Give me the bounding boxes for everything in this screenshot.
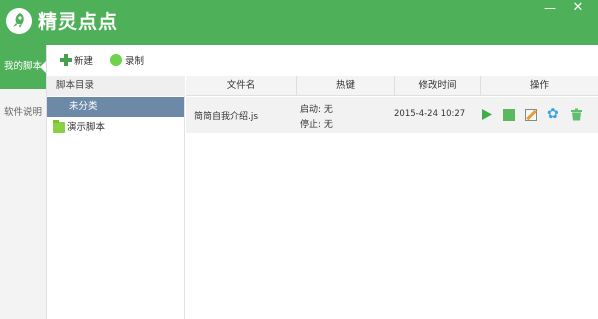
table-header: 文件名 热键 修改时间 操作 [186, 76, 598, 96]
cell-hotkey-stop: 停止: 无 [300, 120, 333, 130]
new-button-label: 新建 [74, 56, 94, 67]
rocket-logo-icon [6, 8, 32, 34]
toolbar: 新建 录制 [47, 45, 598, 76]
cell-modified-time: 2015-4-24 10:27 [394, 109, 466, 119]
cell-filename: 简简自我介绍.js [194, 112, 259, 122]
column-header-filename[interactable]: 文件名 [186, 76, 297, 96]
nav-item-software-info[interactable]: 软件说明 [0, 91, 46, 135]
new-button[interactable]: 新建 [60, 54, 93, 68]
close-button[interactable]: ✕ [568, 1, 588, 17]
stop-icon[interactable] [503, 109, 515, 121]
column-header-modified[interactable]: 修改时间 [395, 76, 481, 96]
record-button-label: 录制 [125, 56, 145, 67]
tree-item-demo-scripts[interactable]: 演示脚本 [47, 118, 184, 138]
folder-icon [53, 120, 65, 133]
script-table: 文件名 热键 修改时间 操作 简简自我介绍.js 启动: 无 停止: 无 201… [186, 76, 598, 319]
gear-icon[interactable]: ✿ [547, 107, 560, 121]
play-icon[interactable] [480, 108, 493, 121]
tree-item-uncategorized[interactable]: 未分类 [47, 97, 184, 117]
record-icon [110, 54, 122, 66]
app-title: 精灵点点 [38, 11, 119, 33]
minimize-button[interactable]: — [540, 1, 560, 17]
script-directory-tree: 脚本目录 未分类 演示脚本 [47, 76, 185, 319]
table-row[interactable]: 简简自我介绍.js 启动: 无 停止: 无 2015-4-24 10:27 ✿ [186, 97, 598, 133]
trash-icon[interactable] [570, 108, 583, 121]
plus-icon [60, 54, 72, 66]
cell-hotkey-start: 启动: 无 [300, 105, 333, 115]
left-nav: 我的脚本 软件说明 [0, 45, 46, 319]
tree-header: 脚本目录 [47, 76, 185, 96]
edit-icon[interactable] [525, 109, 537, 121]
title-bar: 精灵点点 — ✕ [0, 0, 598, 45]
column-header-hotkey[interactable]: 热键 [297, 76, 395, 96]
nav-item-my-scripts[interactable]: 我的脚本 [0, 45, 46, 89]
column-header-operations: 操作 [529, 80, 549, 91]
tree-item-label: 演示脚本 [67, 122, 106, 133]
record-button[interactable]: 录制 [110, 54, 144, 68]
